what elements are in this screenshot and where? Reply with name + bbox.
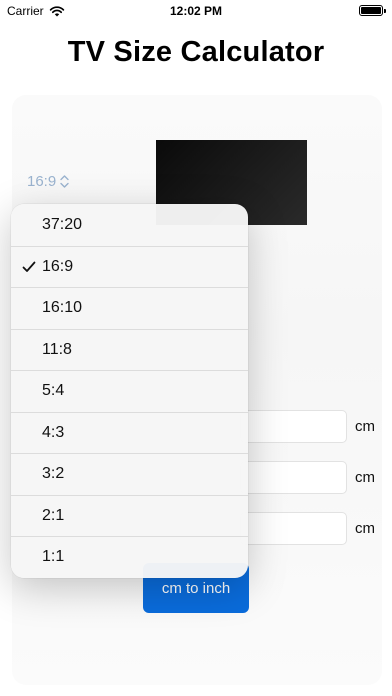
- menu-item-3-2[interactable]: 3:2: [11, 453, 248, 495]
- menu-item-5-4[interactable]: 5:4: [11, 370, 248, 412]
- diagonal-unit: cm: [355, 418, 375, 435]
- status-bar: Carrier 12:02 PM: [0, 0, 392, 22]
- aspect-ratio-value: 16:9: [27, 173, 57, 190]
- menu-item-label: 5:4: [42, 382, 65, 400]
- aspect-ratio-menu: 37:20 16:9 16:10 11:8 5:4 4:3 3:2 2:1 1:1: [11, 204, 248, 578]
- menu-item-label: 16:10: [42, 299, 83, 317]
- diagonal-field[interactable]: [240, 410, 347, 443]
- menu-item-label: 16:9: [42, 257, 74, 275]
- width-field[interactable]: [240, 461, 347, 494]
- chevron-up-down-icon: [60, 175, 69, 188]
- menu-item-4-3[interactable]: 4:3: [11, 411, 248, 454]
- menu-item-2-1[interactable]: 2:1: [11, 494, 248, 537]
- menu-item-label: 37:20: [42, 215, 83, 233]
- menu-item-1-1[interactable]: 1:1: [11, 536, 248, 578]
- menu-item-16-9[interactable]: 16:9: [11, 245, 248, 288]
- menu-item-label: 2:1: [42, 506, 65, 524]
- menu-item-label: 11:8: [42, 340, 72, 358]
- menu-item-label: 1:1: [42, 548, 65, 566]
- checkmark-icon: [22, 261, 36, 272]
- height-field[interactable]: [240, 512, 347, 545]
- menu-item-11-8[interactable]: 11:8: [11, 328, 248, 371]
- menu-item-37-20[interactable]: 37:20: [11, 204, 248, 246]
- height-unit: cm: [355, 520, 375, 537]
- page-title: TV Size Calculator: [67, 36, 325, 68]
- menu-item-16-10[interactable]: 16:10: [11, 287, 248, 329]
- battery-icon: [359, 5, 386, 16]
- menu-item-label: 4:3: [42, 423, 65, 441]
- width-unit: cm: [355, 469, 375, 486]
- aspect-ratio-select[interactable]: 16:9: [27, 173, 69, 190]
- status-time: 12:02 PM: [169, 4, 223, 18]
- menu-item-label: 3:2: [42, 465, 65, 483]
